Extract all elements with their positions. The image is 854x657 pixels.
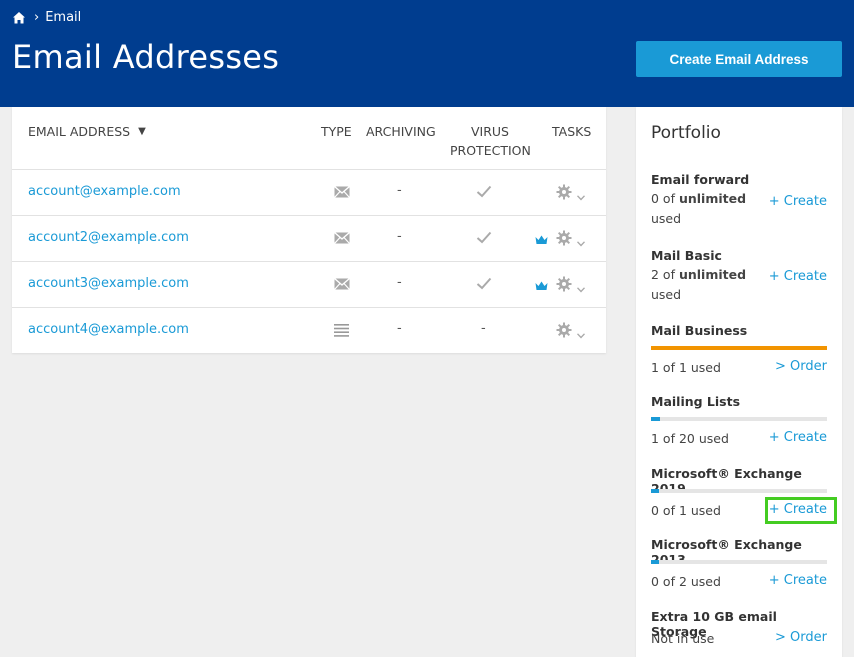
archiving-value: - xyxy=(397,275,402,290)
envelope-icon xyxy=(334,185,350,202)
envelope-icon xyxy=(334,231,350,248)
usage-bar xyxy=(651,560,827,564)
list-icon xyxy=(334,324,349,341)
breadcrumb-current: Email xyxy=(45,10,82,25)
usage-bar-fill xyxy=(651,346,827,350)
portfolio-item-exchange-2013: Microsoft® Exchange 2013 0 of 2 used + C… xyxy=(651,537,827,593)
chevron-right-icon: › xyxy=(34,10,40,25)
column-virus-protection: VIRUS PROTECTION xyxy=(450,122,531,160)
create-link[interactable]: + Create xyxy=(769,194,827,209)
table-row: account@example.com - xyxy=(12,170,606,216)
table-row: account2@example.com - xyxy=(12,216,606,262)
gear-icon[interactable] xyxy=(556,276,572,296)
usage-suffix: used xyxy=(651,287,682,302)
create-link[interactable]: + Create xyxy=(769,430,827,445)
crown-icon xyxy=(535,234,548,249)
table-row: account3@example.com - xyxy=(12,262,606,308)
usage-limit: unlimited xyxy=(678,267,747,282)
create-link[interactable]: + Create xyxy=(769,269,827,284)
usage-bar xyxy=(651,489,827,493)
order-link[interactable]: > Order xyxy=(775,630,827,645)
gear-icon[interactable] xyxy=(556,322,572,342)
create-email-address-button[interactable]: Create Email Address xyxy=(636,41,842,77)
table-header: EMAIL ADDRESS ▼ TYPE ARCHIVING VIRUS PRO… xyxy=(12,107,606,170)
breadcrumb: › Email xyxy=(12,10,81,25)
portfolio-item-usage: 1 of 1 used xyxy=(651,360,721,375)
portfolio-item-name: Mailing Lists xyxy=(651,394,741,409)
column-virus-label-1: VIRUS xyxy=(470,124,509,139)
portfolio-item-mail-basic: Mail Basic 2 of unlimited used + Create xyxy=(651,248,827,306)
chevron-down-icon[interactable] xyxy=(576,236,586,251)
email-address-link[interactable]: account@example.com xyxy=(28,184,181,199)
portfolio-item-mail-business: Mail Business 1 of 1 used > Order xyxy=(651,323,827,379)
usage-bar-fill xyxy=(651,560,659,564)
page-header: › Email Email Addresses Create Email Add… xyxy=(0,0,854,107)
email-address-link[interactable]: account2@example.com xyxy=(28,230,189,245)
home-icon[interactable] xyxy=(12,11,26,25)
email-address-link[interactable]: account3@example.com xyxy=(28,276,189,291)
portfolio-item-extra-storage: Extra 10 GB email Storage Not in use > O… xyxy=(651,609,827,653)
column-email-address[interactable]: EMAIL ADDRESS ▼ xyxy=(28,122,146,141)
sort-desc-icon[interactable]: ▼ xyxy=(138,122,146,141)
envelope-icon xyxy=(334,277,350,294)
email-address-link[interactable]: account4@example.com xyxy=(28,322,189,337)
crown-icon xyxy=(535,280,548,295)
check-icon xyxy=(476,277,492,294)
usage-limit: unlimited xyxy=(678,191,747,206)
portfolio-item-exchange-2019: Microsoft® Exchange 2019 0 of 1 used + C… xyxy=(651,466,827,522)
portfolio-item-name: Email forward xyxy=(651,172,750,187)
column-tasks: TASKS xyxy=(552,124,592,139)
chevron-down-icon[interactable] xyxy=(576,328,586,343)
usage-suffix: used xyxy=(651,211,682,226)
virus-protection-value: - xyxy=(481,321,486,336)
portfolio-title: Portfolio xyxy=(651,123,721,143)
column-email-label: EMAIL ADDRESS xyxy=(28,124,131,139)
archiving-value: - xyxy=(397,229,402,244)
usage-prefix: 2 of xyxy=(651,267,679,282)
portfolio-item-name: Mail Basic xyxy=(651,248,722,263)
portfolio-panel: Portfolio Email forward 0 of unlimited u… xyxy=(636,107,842,657)
check-icon xyxy=(476,185,492,202)
page-title: Email Addresses xyxy=(12,38,280,76)
archiving-value: - xyxy=(397,321,402,336)
chevron-down-icon[interactable] xyxy=(576,282,586,297)
gear-icon[interactable] xyxy=(556,184,572,204)
portfolio-item-usage: 0 of 2 used xyxy=(651,574,721,589)
portfolio-item-name: Mail Business xyxy=(651,323,748,338)
column-type: TYPE xyxy=(321,124,352,139)
gear-icon[interactable] xyxy=(556,230,572,250)
check-icon xyxy=(476,231,492,248)
portfolio-item-email-forward: Email forward 0 of unlimited used + Crea… xyxy=(651,172,827,230)
archiving-value: - xyxy=(397,183,402,198)
column-archiving: ARCHIVING xyxy=(366,124,436,139)
portfolio-item-usage: Not in use xyxy=(651,631,715,646)
column-virus-label-2: PROTECTION xyxy=(450,143,531,158)
usage-bar xyxy=(651,417,827,421)
portfolio-item-usage: 1 of 20 used xyxy=(651,431,729,446)
create-link[interactable]: + Create xyxy=(769,573,827,588)
usage-prefix: 0 of xyxy=(651,191,679,206)
order-link[interactable]: > Order xyxy=(775,359,827,374)
chevron-down-icon[interactable] xyxy=(576,190,586,205)
portfolio-item-mailing-lists: Mailing Lists 1 of 20 used + Create xyxy=(651,394,827,450)
portfolio-item-usage: 0 of 1 used xyxy=(651,503,721,518)
email-table: EMAIL ADDRESS ▼ TYPE ARCHIVING VIRUS PRO… xyxy=(12,107,606,353)
table-row: account4@example.com - - xyxy=(12,308,606,354)
create-link[interactable]: + Create xyxy=(769,502,827,517)
usage-bar-fill xyxy=(651,417,660,421)
usage-bar xyxy=(651,346,827,350)
usage-bar-fill xyxy=(651,489,659,493)
